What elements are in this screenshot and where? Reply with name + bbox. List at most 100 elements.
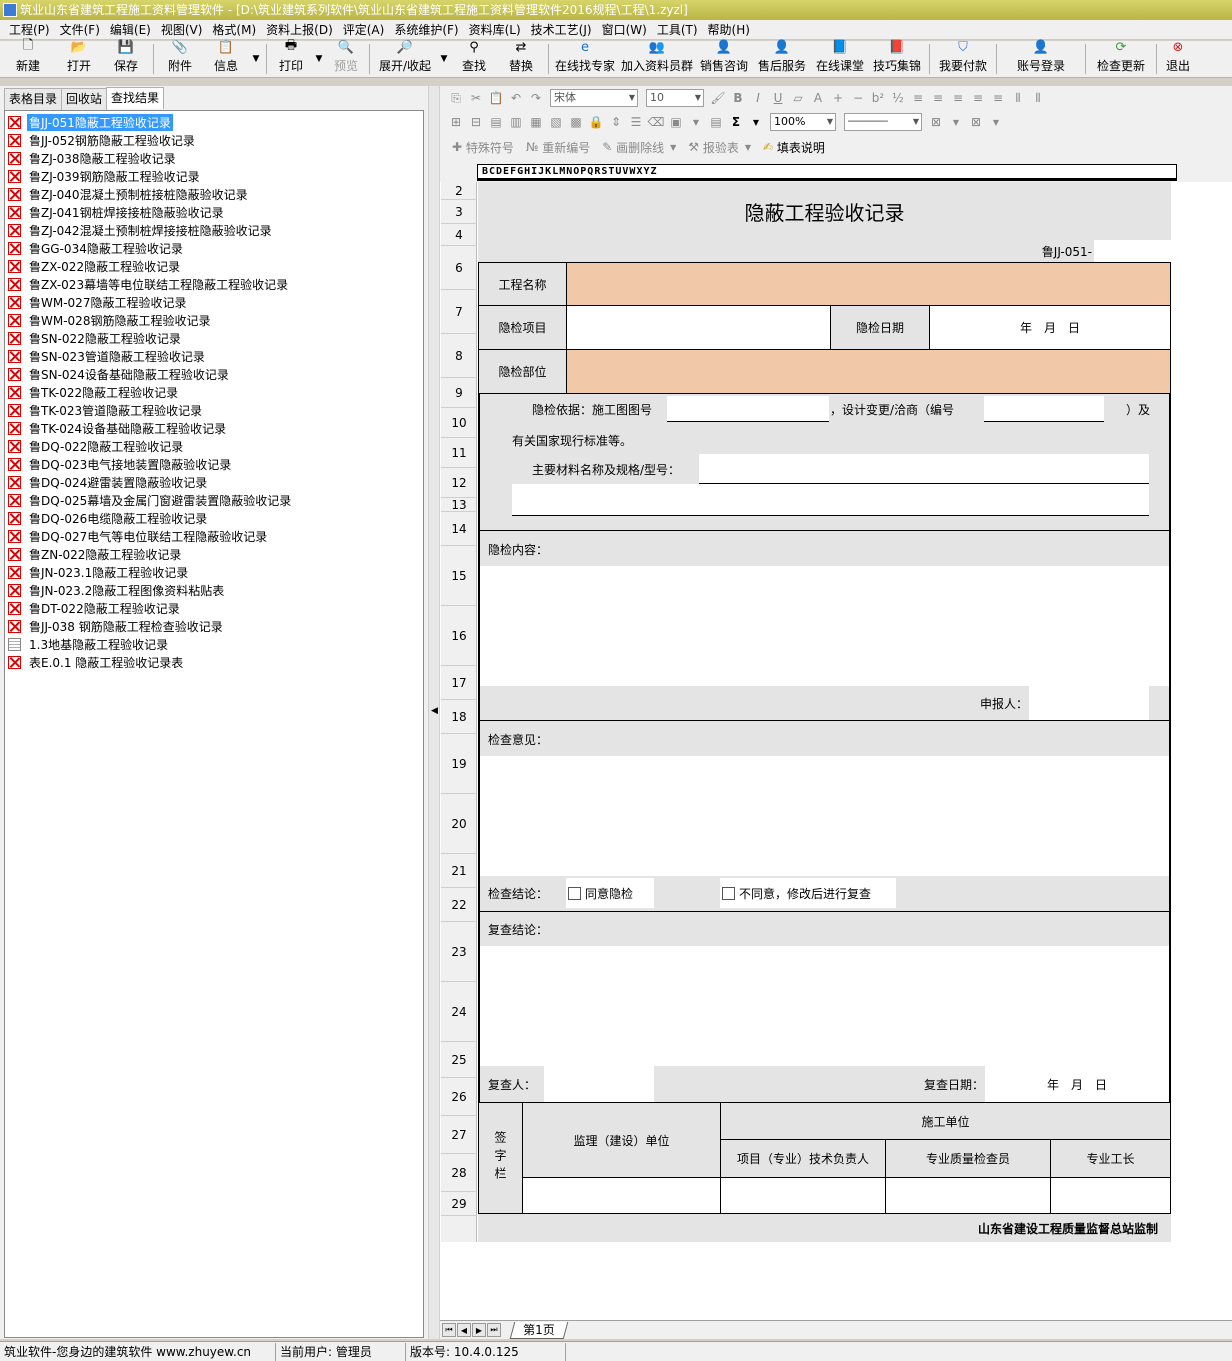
row-number[interactable]: 4 bbox=[441, 224, 477, 246]
opinion-input[interactable] bbox=[480, 756, 1169, 876]
row-number[interactable]: 23 bbox=[441, 922, 477, 982]
agree-checkbox[interactable]: 同意隐检 bbox=[566, 878, 654, 908]
row-number[interactable]: 8 bbox=[441, 334, 477, 378]
strike-dropdown[interactable]: ▼ bbox=[670, 143, 676, 152]
renumber-button[interactable]: № 重新编号 bbox=[520, 139, 596, 156]
row-number[interactable]: 6 bbox=[441, 246, 477, 290]
align-center-icon[interactable]: ≡ bbox=[928, 89, 948, 107]
tree-item[interactable]: 鲁DQ-024避雷装置隐蔽验收记录 bbox=[5, 473, 423, 491]
join-group-button[interactable]: 👥 加入资料员群 bbox=[618, 40, 696, 77]
fill-help-button[interactable]: ✍ 填表说明 bbox=[757, 139, 831, 156]
menu-view[interactable]: 视图(V) bbox=[156, 20, 208, 40]
align-left-icon[interactable]: ≡ bbox=[908, 89, 928, 107]
agree-checkbox-box[interactable] bbox=[568, 886, 581, 900]
font-select[interactable]: 宋体 bbox=[550, 89, 638, 107]
sum-dropdown[interactable]: ▼ bbox=[746, 113, 766, 131]
tree-item[interactable]: 鲁ZX-023幕墙等电位联结工程隐蔽工程验收记录 bbox=[5, 275, 423, 293]
row-number[interactable]: 28 bbox=[441, 1154, 477, 1192]
insert-col-icon[interactable]: ▥ bbox=[506, 113, 526, 131]
font-size-select[interactable]: 10 bbox=[646, 89, 704, 107]
tree-item[interactable]: 鲁ZJ-042混凝土预制桩焊接接桩隐蔽验收记录 bbox=[5, 221, 423, 239]
tree-item[interactable]: 鲁DQ-023电气接地装置隐蔽验收记录 bbox=[5, 455, 423, 473]
menu-system[interactable]: 系统维护(F) bbox=[389, 20, 463, 40]
tree-item[interactable]: 鲁ZJ-041钢桩焊接接桩隐蔽验收记录 bbox=[5, 203, 423, 221]
align-right-icon[interactable]: ≡ bbox=[948, 89, 968, 107]
list-icon[interactable]: ☰ bbox=[626, 113, 646, 131]
border-icon[interactable]: ⊠ bbox=[926, 113, 946, 131]
print-button[interactable]: 🖶 打印 bbox=[270, 38, 312, 77]
menu-evaluate[interactable]: 评定(A) bbox=[338, 20, 390, 40]
save-button[interactable]: 💾 保存 bbox=[102, 40, 150, 77]
tree-item[interactable]: 鲁WM-028钢筋隐蔽工程验收记录 bbox=[5, 311, 423, 329]
tree-item[interactable]: 鲁JJ-052钢筋隐蔽工程验收记录 bbox=[5, 131, 423, 149]
find-button[interactable]: ⚲ 查找 bbox=[451, 40, 497, 77]
inspect-item-input[interactable] bbox=[566, 305, 831, 350]
distribute-icon[interactable]: ≡ bbox=[988, 89, 1008, 107]
disagree-checkbox[interactable]: 不同意，修改后进行复查 bbox=[720, 878, 896, 908]
tree-item[interactable]: 鲁DQ-022隐蔽工程验收记录 bbox=[5, 437, 423, 455]
row-number[interactable]: 7 bbox=[441, 290, 477, 334]
tips-button[interactable]: 📕 技巧集锦 bbox=[868, 40, 926, 77]
tab-recycle-bin[interactable]: 回收站 bbox=[61, 88, 108, 110]
after-sales-button[interactable]: 👤 售后服务 bbox=[752, 40, 812, 77]
menu-format[interactable]: 格式(M) bbox=[207, 20, 261, 40]
tree-item[interactable]: 鲁SN-024设备基础隐蔽工程验收记录 bbox=[5, 365, 423, 383]
lock-icon[interactable]: 🔒 bbox=[586, 113, 606, 131]
next-sheet-icon[interactable]: ▶ bbox=[472, 1323, 486, 1337]
font-color-icon[interactable]: A bbox=[808, 89, 828, 107]
tree-item[interactable]: 鲁WM-027隐蔽工程验收记录 bbox=[5, 293, 423, 311]
disagree-checkbox-box[interactable] bbox=[722, 886, 735, 900]
chart-icon[interactable]: ▤ bbox=[706, 113, 726, 131]
tree-item[interactable]: 鲁JJ-038 钢筋隐蔽工程检查验收记录 bbox=[5, 617, 423, 635]
recheck-input[interactable] bbox=[480, 946, 1169, 1066]
row-number[interactable]: 21 bbox=[441, 854, 477, 888]
tree-item[interactable]: 鲁GG-034隐蔽工程验收记录 bbox=[5, 239, 423, 257]
line-style-select[interactable]: ────── bbox=[844, 113, 922, 131]
row-number[interactable]: 19 bbox=[441, 734, 477, 794]
qc-sign-input[interactable] bbox=[885, 1177, 1051, 1214]
project-name-input[interactable] bbox=[566, 262, 1171, 306]
attach-button[interactable]: 📎 附件 bbox=[157, 40, 203, 77]
new-button[interactable]: 🗋 新建 bbox=[0, 38, 56, 77]
content-input[interactable] bbox=[480, 566, 1169, 686]
strike-line-button[interactable]: ✎ 画删除线 ▼ bbox=[596, 139, 682, 156]
menu-technique[interactable]: 技术工艺(J) bbox=[526, 20, 597, 40]
paste-icon[interactable]: 📋 bbox=[486, 89, 506, 107]
special-symbol-button[interactable]: ✚ 特殊符号 bbox=[446, 139, 520, 156]
last-sheet-icon[interactable]: ⏭ bbox=[487, 1323, 501, 1337]
row-number[interactable]: 16 bbox=[441, 606, 477, 666]
online-expert-button[interactable]: e 在线找专家 bbox=[552, 40, 618, 77]
info-button[interactable]: 📋 信息 bbox=[203, 40, 249, 77]
row-number[interactable]: 15 bbox=[441, 546, 477, 606]
delete-row-icon[interactable]: ▦ bbox=[526, 113, 546, 131]
menu-tools[interactable]: 工具(T) bbox=[652, 20, 703, 40]
row-number[interactable]: 17 bbox=[441, 666, 477, 700]
update-button[interactable]: ⟳ 检查更新 bbox=[1089, 40, 1153, 77]
supervisor-sign-input[interactable] bbox=[522, 1177, 721, 1214]
tree-item[interactable]: 鲁ZJ-039钢筋隐蔽工程验收记录 bbox=[5, 167, 423, 185]
tab-search-results[interactable]: 查找结果 bbox=[106, 87, 165, 109]
row-number[interactable]: 27 bbox=[441, 1116, 477, 1154]
menu-window[interactable]: 窗口(W) bbox=[597, 20, 652, 40]
fraction-icon[interactable]: ½ bbox=[888, 89, 908, 107]
open-button[interactable]: 📂 打开 bbox=[56, 40, 102, 77]
rechecker-input[interactable] bbox=[544, 1066, 654, 1102]
menu-help[interactable]: 帮助(H) bbox=[703, 20, 755, 40]
row-number[interactable]: 20 bbox=[441, 794, 477, 854]
row-number[interactable]: 10 bbox=[441, 408, 477, 438]
expand-dropdown[interactable]: ▼ bbox=[437, 41, 451, 77]
menu-library[interactable]: 资料库(L) bbox=[464, 20, 526, 40]
row-number[interactable]: 11 bbox=[441, 438, 477, 468]
sales-button[interactable]: 👤 销售咨询 bbox=[696, 40, 752, 77]
tree-item[interactable]: 鲁TK-024设备基础隐蔽工程验收记录 bbox=[5, 419, 423, 437]
border-all-dropdown[interactable]: ▼ bbox=[986, 113, 1006, 131]
copy-icon[interactable]: ⎘ bbox=[446, 89, 466, 107]
menu-report[interactable]: 资料上报(D) bbox=[261, 20, 338, 40]
tree-item[interactable]: 1.3地基隐蔽工程验收记录 bbox=[5, 635, 423, 653]
tree-item[interactable]: 表E.0.1 隐蔽工程验收记录表 bbox=[5, 653, 423, 671]
tree-item[interactable]: 鲁ZX-022隐蔽工程验收记录 bbox=[5, 257, 423, 275]
recheck-date-input[interactable]: 年 月 日 bbox=[985, 1066, 1169, 1102]
report-dropdown[interactable]: ▼ bbox=[745, 143, 751, 152]
tree-item[interactable]: 鲁SN-023管道隐蔽工程验收记录 bbox=[5, 347, 423, 365]
row-number[interactable]: 18 bbox=[441, 700, 477, 734]
